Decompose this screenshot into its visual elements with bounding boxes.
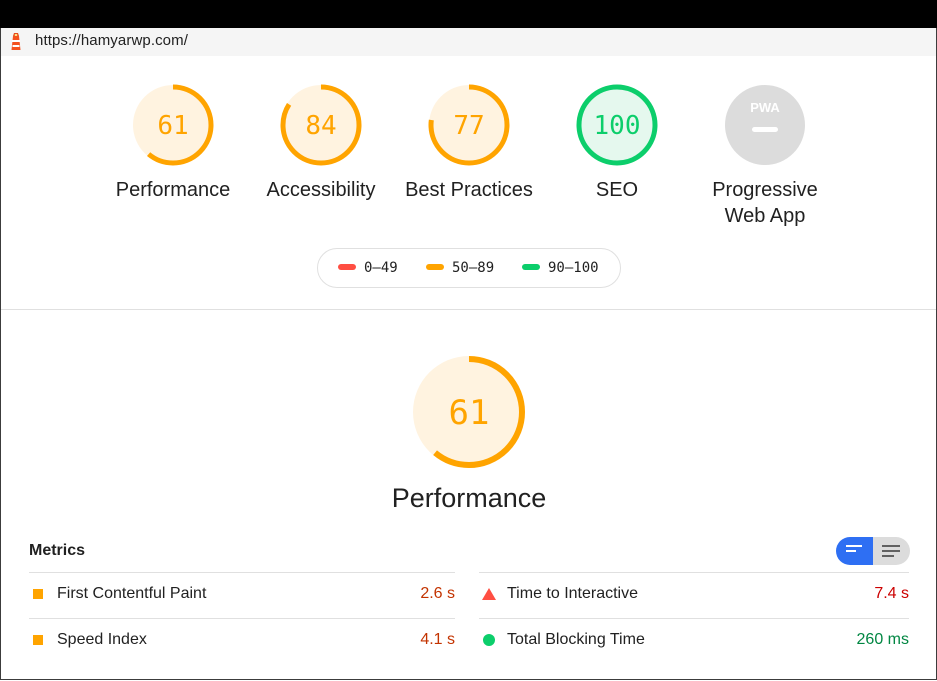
toggle-compact-view[interactable]: [836, 537, 873, 565]
metrics-title: Metrics: [29, 542, 86, 559]
gauge-seo-score: 100: [594, 111, 641, 141]
gauge-pwa-label-line2: Web App: [724, 205, 806, 227]
gauge-best-practices-label: Best Practices: [405, 179, 533, 201]
lighthouse-icon: [11, 33, 21, 50]
expanded-view-icon: [882, 545, 900, 560]
gauge-seo[interactable]: 100 SEO: [543, 83, 691, 203]
metrics-view-toggle[interactable]: [836, 537, 910, 565]
gauge-performance-ring: 61: [132, 84, 214, 166]
gauge-accessibility[interactable]: 84 Accessibility: [247, 83, 395, 203]
legend-average-swatch: [426, 264, 444, 270]
metric-value: 7.4 s: [874, 585, 909, 602]
performance-gauge-large-ring: 61: [413, 356, 525, 468]
score-legend: 0–49 50–89 90–100: [317, 248, 621, 288]
legend-pass: 90–100: [522, 260, 599, 276]
metric-name: Time to Interactive: [507, 585, 639, 602]
metric-row-tti: Time to Interactive 7.4 s: [479, 572, 909, 618]
toggle-expanded-view[interactable]: [873, 537, 910, 565]
legend-pass-swatch: [522, 264, 540, 270]
section-divider: [1, 309, 936, 310]
pwa-icon: PWA: [725, 85, 805, 165]
gauge-best-practices[interactable]: 77 Best Practices: [395, 83, 543, 203]
metric-name: Total Blocking Time: [507, 631, 645, 648]
gauge-performance[interactable]: 61 Performance: [99, 83, 247, 203]
gauge-accessibility-ring: 84: [280, 84, 362, 166]
legend-fail: 0–49: [338, 260, 398, 276]
gauge-performance-label: Performance: [115, 179, 231, 201]
metric-value: 2.6 s: [420, 585, 455, 602]
compact-view-icon: [846, 545, 862, 555]
gauge-performance-score: 61: [157, 111, 188, 141]
url-bar: https://hamyarwp.com/: [1, 28, 936, 56]
gauge-pwa-label-line1: Progressive: [712, 179, 818, 201]
legend-pass-range: 90–100: [548, 260, 599, 276]
green-circle-icon: [483, 634, 495, 646]
report-frame: https://hamyarwp.com/ 61 Performance 84 …: [0, 28, 937, 680]
gauge-best-practices-ring: 77: [428, 84, 510, 166]
window-top-bar: [0, 0, 937, 28]
report-url[interactable]: https://hamyarwp.com/: [35, 32, 188, 49]
red-triangle-icon: [482, 588, 496, 600]
metric-row-fcp: First Contentful Paint 2.6 s: [29, 572, 455, 618]
gauge-seo-ring: 100: [576, 84, 658, 166]
orange-square-icon: [33, 635, 43, 645]
performance-gauge-large: 61: [369, 354, 569, 470]
gauge-pwa-label: Progressive Web App: [691, 177, 839, 229]
metric-row-tbt: Total Blocking Time 260 ms: [479, 618, 909, 664]
metric-value: 260 ms: [856, 631, 909, 648]
metric-name: First Contentful Paint: [57, 585, 207, 602]
gauge-accessibility-label: Accessibility: [266, 179, 376, 201]
gauge-pwa[interactable]: PWA Progressive Web App: [691, 83, 839, 229]
legend-fail-range: 0–49: [364, 260, 398, 276]
metric-value: 4.1 s: [420, 631, 455, 648]
performance-large-label: Performance: [391, 483, 547, 513]
legend-fail-swatch: [338, 264, 356, 270]
pwa-icon-text: PWA: [750, 100, 780, 115]
performance-large-score: 61: [449, 393, 490, 433]
gauge-seo-label: SEO: [595, 179, 639, 201]
metric-name: Speed Index: [57, 631, 147, 648]
legend-average-range: 50–89: [452, 260, 495, 276]
gauge-accessibility-score: 84: [305, 111, 336, 141]
metric-row-speed-index: Speed Index 4.1 s: [29, 618, 455, 664]
gauge-best-practices-score: 77: [453, 111, 484, 141]
legend-average: 50–89: [426, 260, 494, 276]
orange-square-icon: [33, 589, 43, 599]
